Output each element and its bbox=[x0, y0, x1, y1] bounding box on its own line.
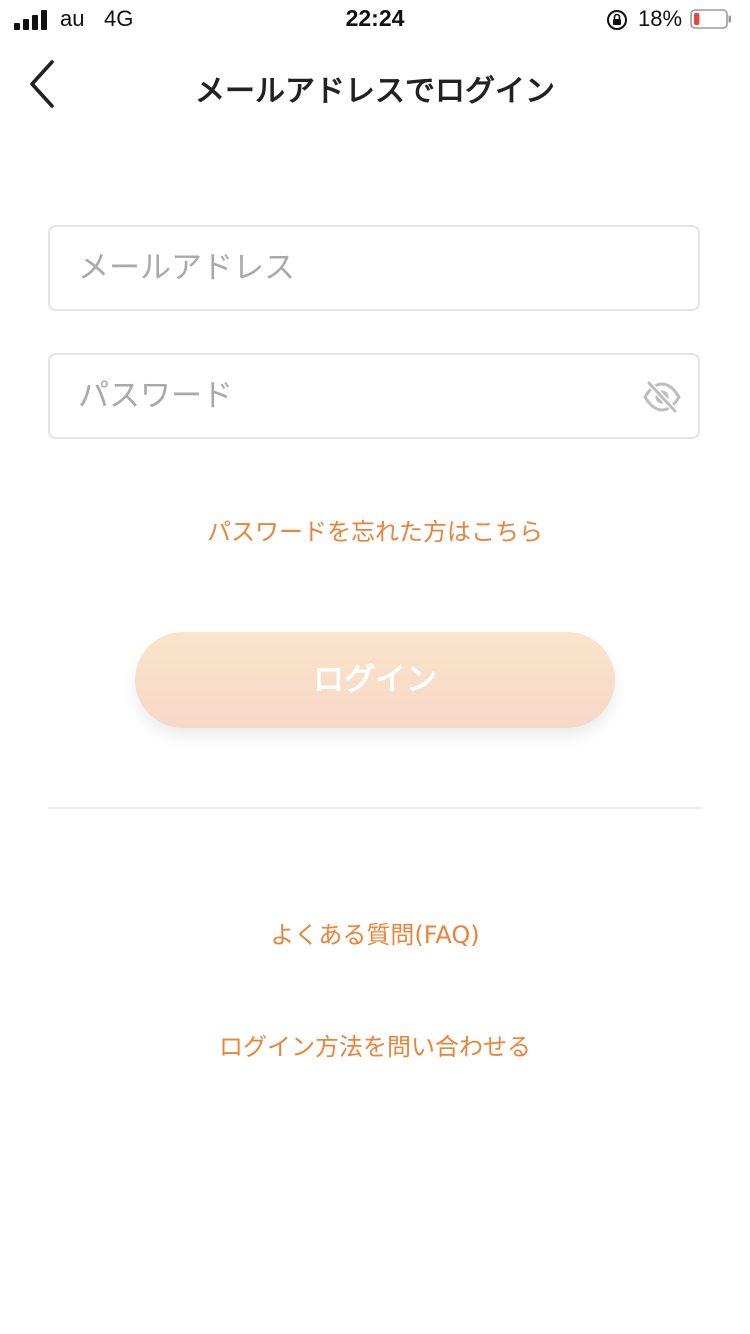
status-bar: au 4G 22:24 18% bbox=[0, 0, 750, 40]
eye-slash-icon[interactable] bbox=[642, 379, 682, 415]
battery-icon bbox=[690, 9, 731, 29]
divider bbox=[48, 807, 702, 809]
navigation-bar: メールアドレスでログイン bbox=[0, 48, 750, 120]
page-title: メールアドレスでログイン bbox=[195, 74, 555, 109]
orientation-lock-icon bbox=[607, 10, 627, 30]
password-input[interactable] bbox=[78, 355, 638, 437]
contact-login-method-link[interactable]: ログイン方法を問い合わせる bbox=[0, 1027, 750, 1062]
email-field-container bbox=[48, 225, 700, 311]
email-input[interactable] bbox=[78, 227, 638, 309]
forgot-password-link[interactable]: パスワードを忘れた方はこちら bbox=[0, 512, 750, 547]
faq-link[interactable]: よくある質問(FAQ) bbox=[0, 915, 750, 950]
password-field-container bbox=[48, 353, 700, 439]
battery-percent: 18% bbox=[638, 6, 683, 31]
login-button[interactable]: ログイン bbox=[135, 632, 615, 728]
